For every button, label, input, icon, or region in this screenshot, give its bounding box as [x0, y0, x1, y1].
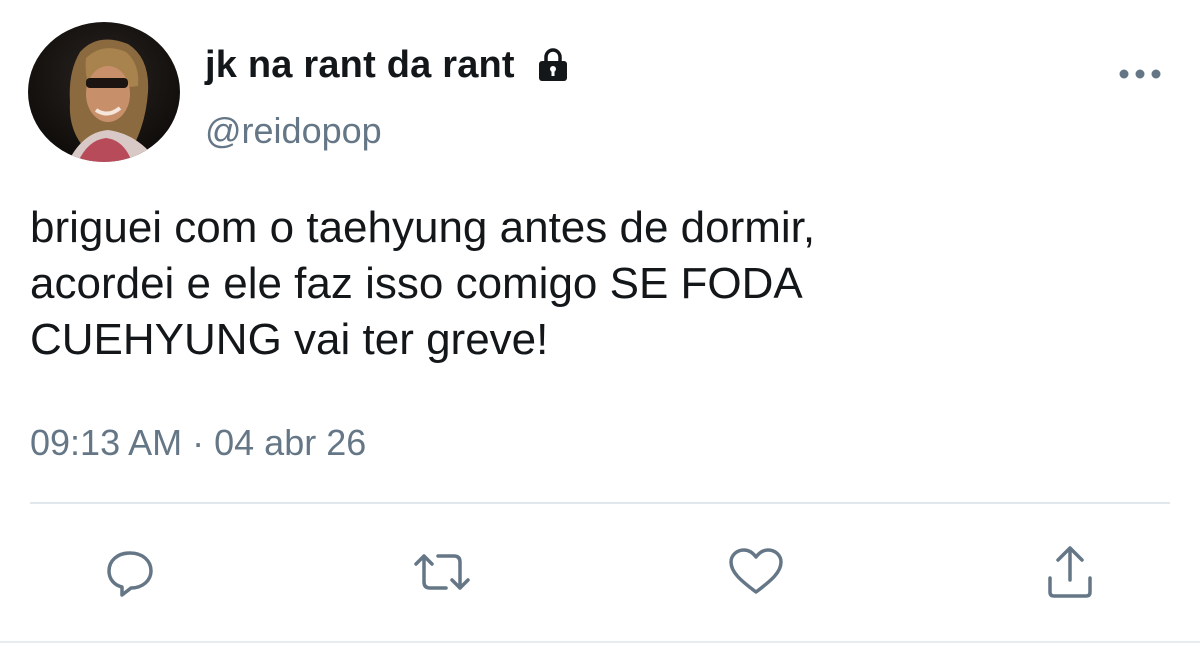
tweet-text: briguei com o taehyung antes de dormir, …: [30, 203, 816, 364]
tweet-timestamp[interactable]: 09:13 AM · 04 abr 26: [30, 422, 366, 464]
heart-icon: [729, 548, 783, 594]
lock-icon: [533, 45, 573, 85]
retweet-icon: [414, 554, 470, 590]
share-button[interactable]: [1038, 540, 1102, 604]
user-handle[interactable]: @reidopop: [205, 110, 382, 152]
display-name-row: jk na rant da rant: [205, 40, 573, 90]
share-icon: [1048, 546, 1092, 598]
divider: [30, 502, 1170, 504]
timestamp-separator: ·: [192, 422, 205, 463]
more-dots-icon: [1119, 69, 1161, 79]
tweet-time: 09:13 AM: [30, 422, 183, 463]
like-button[interactable]: [724, 540, 788, 604]
tweet-card: jk na rant da rant @reidopop briguei com…: [0, 0, 1200, 661]
bottom-divider: [0, 641, 1200, 643]
tweet-date: 04 abr 26: [214, 422, 367, 463]
reply-button[interactable]: [98, 540, 162, 604]
avatar[interactable]: [28, 22, 180, 162]
more-options-button[interactable]: [1112, 60, 1168, 88]
reply-icon: [107, 551, 153, 597]
action-bar: [0, 540, 1200, 610]
display-name[interactable]: jk na rant da rant: [205, 44, 515, 87]
retweet-button[interactable]: [410, 540, 474, 604]
